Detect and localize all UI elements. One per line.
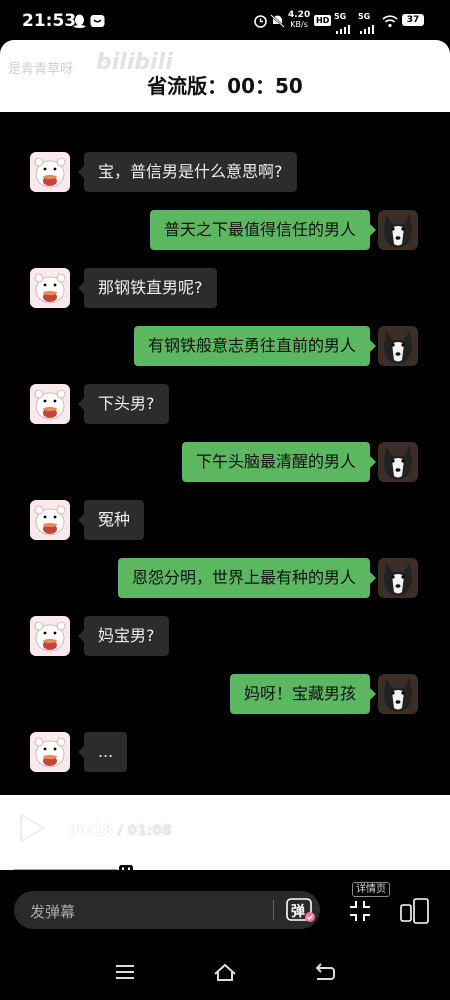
chat-bubble: 有钢铁般意志勇往直前的男人 <box>133 326 377 366</box>
hd-badge: HD <box>314 15 332 26</box>
current-time: 00:18 <box>68 823 113 839</box>
chat-bubble: 妈宝男? <box>78 616 169 656</box>
player-controls: 00:18 / 01:08 <box>0 795 450 870</box>
video-header: 是青青草呀 bilibili 省流版：00：50 <box>0 40 450 112</box>
network-speed-value: 4.20 <box>288 10 311 20</box>
menu-icon[interactable] <box>113 962 137 982</box>
chat-video-frame[interactable]: 宝，普信男是什么意思啊? 普天之下最值得信任的男人 那钢铁直男呢? 有钢铁般意志… <box>0 112 450 795</box>
bear-avatar <box>30 384 70 424</box>
bear-avatar <box>30 152 70 192</box>
husky-avatar <box>378 674 418 714</box>
status-time: 21:53 <box>22 11 77 31</box>
split-screen-icon[interactable] <box>400 898 430 924</box>
back-icon[interactable] <box>313 962 337 982</box>
wifi-icon <box>382 13 398 28</box>
qq-notification-icon <box>72 13 87 28</box>
chat-bubble: 下头男? <box>78 384 169 424</box>
alarm-icon <box>253 13 268 28</box>
video-countdown-title: 省流版：00：50 <box>147 74 303 98</box>
husky-avatar <box>378 442 418 482</box>
exit-fullscreen-icon[interactable] <box>349 900 371 922</box>
danmaku-toggle-button[interactable]: 弹 <box>286 897 316 923</box>
message-notification-icon <box>90 13 105 27</box>
details-page-label[interactable]: 详情页 <box>352 882 390 897</box>
danmaku-placeholder: 发弹幕 <box>30 903 76 921</box>
chat-bubble: ... <box>77 732 128 772</box>
danmaku-button-label: 弹 <box>291 904 305 920</box>
divider <box>273 900 274 920</box>
bear-avatar <box>30 616 70 656</box>
husky-avatar <box>378 326 418 366</box>
time-separator: / <box>112 823 128 839</box>
chat-bubble: 妈呀！宝藏男孩 <box>229 674 377 714</box>
bear-avatar <box>30 500 70 540</box>
chat-bubble: 那钢铁直男呢? <box>78 268 217 308</box>
home-icon[interactable] <box>213 962 237 982</box>
chat-bubble: 普天之下最值得信任的男人 <box>149 210 377 250</box>
network-speed: 4.20 KB/s <box>288 10 311 30</box>
mute-icon <box>270 13 285 28</box>
danmaku-input[interactable]: 发弹幕 弹 <box>14 891 320 929</box>
bear-avatar <box>30 268 70 308</box>
chat-bubble: 恩怨分明，世界上最有种的男人 <box>117 558 377 598</box>
signal-bars-icon <box>336 19 350 34</box>
signal-bars-icon-2 <box>360 19 374 34</box>
playback-time: 00:18 / 01:08 <box>68 823 172 839</box>
husky-avatar <box>378 210 418 250</box>
bear-avatar <box>30 732 70 772</box>
husky-avatar <box>378 558 418 598</box>
status-bar: 21:53 4.20 KB/s HD 5G 5G 37 <box>0 0 450 40</box>
play-icon[interactable] <box>18 813 46 843</box>
network-speed-unit: KB/s <box>290 20 308 29</box>
total-time: 01:08 <box>127 823 173 839</box>
chat-bubble: 宝，普信男是什么意思啊? <box>78 152 297 192</box>
chat-bubble: 冤种 <box>77 500 145 540</box>
chat-bubble: 下午头脑最清醒的男人 <box>181 442 377 482</box>
battery-level: 37 <box>402 14 424 26</box>
